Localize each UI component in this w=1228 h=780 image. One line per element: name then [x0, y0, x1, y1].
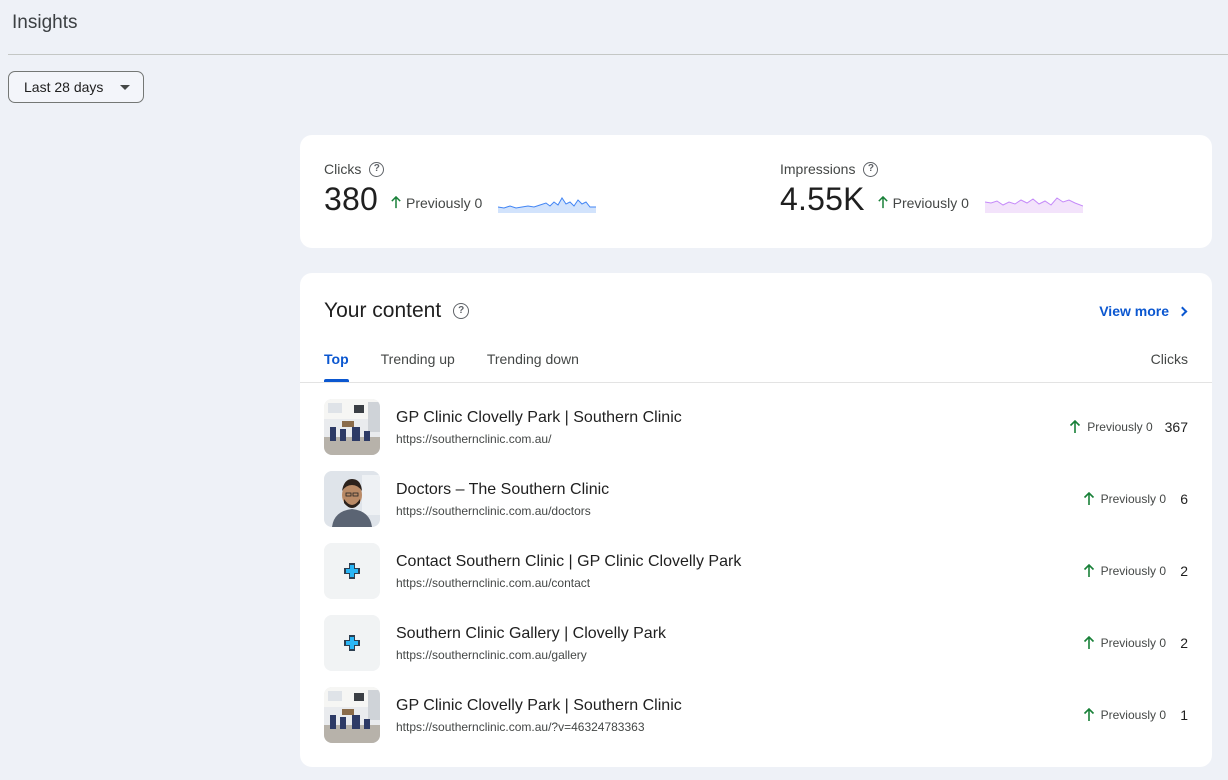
- row-title: Contact Southern Clinic | GP Clinic Clov…: [396, 552, 742, 570]
- trend-up-icon: [391, 196, 401, 209]
- trend-up-icon: [1070, 420, 1081, 433]
- clicks-column-header: Clicks: [1150, 351, 1188, 367]
- doctor-photo-thumbnail: [324, 471, 380, 527]
- date-range-dropdown[interactable]: Last 28 days: [8, 71, 144, 103]
- clicks-previous-text: Previously 0: [406, 194, 483, 211]
- row-url: https://southernclinic.com.au/?v=4632478…: [396, 719, 645, 734]
- content-row[interactable]: Contact Southern Clinic | GP Clinic Clov…: [324, 543, 1188, 599]
- row-clicks-value: 1: [1180, 707, 1188, 723]
- impressions-help-icon[interactable]: ?: [863, 161, 879, 177]
- clinic-photo-thumbnail: [324, 687, 380, 743]
- dropdown-caret-icon: [120, 85, 130, 90]
- metrics-card: Clicks ? 380 Previously 0 Impressions ? …: [300, 135, 1212, 248]
- impressions-label: Impressions: [780, 161, 856, 177]
- row-previous: Previously 0: [1083, 708, 1166, 722]
- impressions-previous: Previously 0: [877, 195, 969, 211]
- row-previous-text: Previously 0: [1100, 492, 1166, 506]
- view-more-label: View more: [1099, 303, 1169, 319]
- clicks-help-icon[interactable]: ?: [369, 161, 385, 177]
- trend-up-icon: [1083, 636, 1094, 649]
- content-row[interactable]: GP Clinic Clovelly Park | Southern Clini…: [324, 687, 1188, 743]
- impressions-metric: Impressions ? 4.55K Previously 0: [780, 161, 1083, 218]
- row-previous: Previously 0: [1083, 564, 1166, 578]
- row-previous: Previously 0: [1083, 636, 1166, 650]
- impressions-value: 4.55K: [780, 181, 865, 217]
- tab-top[interactable]: Top: [324, 351, 349, 382]
- content-section-header: Your content ?: [324, 299, 470, 323]
- clicks-metric: Clicks ? 380 Previously 0: [324, 161, 597, 218]
- content-row[interactable]: GP Clinic Clovelly Park | Southern Clini…: [324, 399, 1188, 455]
- row-title: Southern Clinic Gallery | Clovelly Park: [396, 624, 667, 642]
- row-title: GP Clinic Clovelly Park | Southern Clini…: [396, 696, 682, 714]
- row-title: GP Clinic Clovelly Park | Southern Clini…: [396, 408, 682, 426]
- view-more-link[interactable]: View more: [1099, 303, 1188, 319]
- impressions-sparkline: [984, 196, 1083, 213]
- title-divider: [8, 54, 1228, 55]
- tabs-divider: [300, 382, 1212, 383]
- row-previous-text: Previously 0: [1100, 636, 1166, 650]
- clinic-photo-thumbnail: [324, 399, 380, 455]
- tab-trending-up[interactable]: Trending up: [381, 351, 455, 381]
- clicks-label: Clicks: [324, 161, 362, 177]
- row-previous: Previously 0: [1069, 420, 1153, 434]
- row-previous-text: Previously 0: [1087, 420, 1153, 434]
- row-clicks-value: 367: [1164, 419, 1188, 435]
- row-url: https://southernclinic.com.au/doctors: [396, 503, 591, 518]
- medical-cross-icon: [324, 615, 380, 671]
- trend-up-icon: [1083, 492, 1094, 505]
- row-previous-text: Previously 0: [1100, 564, 1166, 578]
- page-title: Insights: [12, 12, 78, 33]
- content-card: Your content ? View more Top Trending up…: [300, 273, 1212, 767]
- row-url: https://southernclinic.com.au/contact: [396, 575, 591, 590]
- content-tabs: Top Trending up Trending down: [324, 351, 579, 382]
- trend-up-icon: [1083, 708, 1094, 721]
- row-url: https://southernclinic.com.au/gallery: [396, 647, 587, 662]
- content-row[interactable]: Southern Clinic Gallery | Clovelly Park …: [324, 615, 1188, 671]
- row-clicks-value: 2: [1180, 635, 1188, 651]
- content-help-icon[interactable]: ?: [453, 303, 470, 319]
- clicks-value: 380: [324, 181, 378, 217]
- row-clicks-value: 6: [1180, 491, 1188, 507]
- clicks-previous: Previously 0: [390, 195, 482, 211]
- trend-up-icon: [877, 196, 888, 209]
- medical-cross-icon: [324, 543, 380, 599]
- content-row[interactable]: Doctors – The Southern Clinic https://so…: [324, 471, 1188, 527]
- date-range-label: Last 28 days: [24, 79, 104, 95]
- impressions-previous-text: Previously 0: [892, 194, 969, 211]
- row-previous: Previously 0: [1083, 492, 1166, 506]
- row-clicks-value: 2: [1180, 563, 1188, 579]
- clicks-sparkline: [498, 196, 597, 213]
- row-previous-text: Previously 0: [1100, 708, 1166, 722]
- tab-trending-down[interactable]: Trending down: [487, 351, 579, 381]
- row-url: https://southernclinic.com.au/: [396, 431, 552, 446]
- trend-up-icon: [1083, 564, 1094, 577]
- row-title: Doctors – The Southern Clinic: [396, 480, 610, 498]
- content-title: Your content: [324, 299, 442, 322]
- chevron-right-icon: [1177, 306, 1188, 316]
